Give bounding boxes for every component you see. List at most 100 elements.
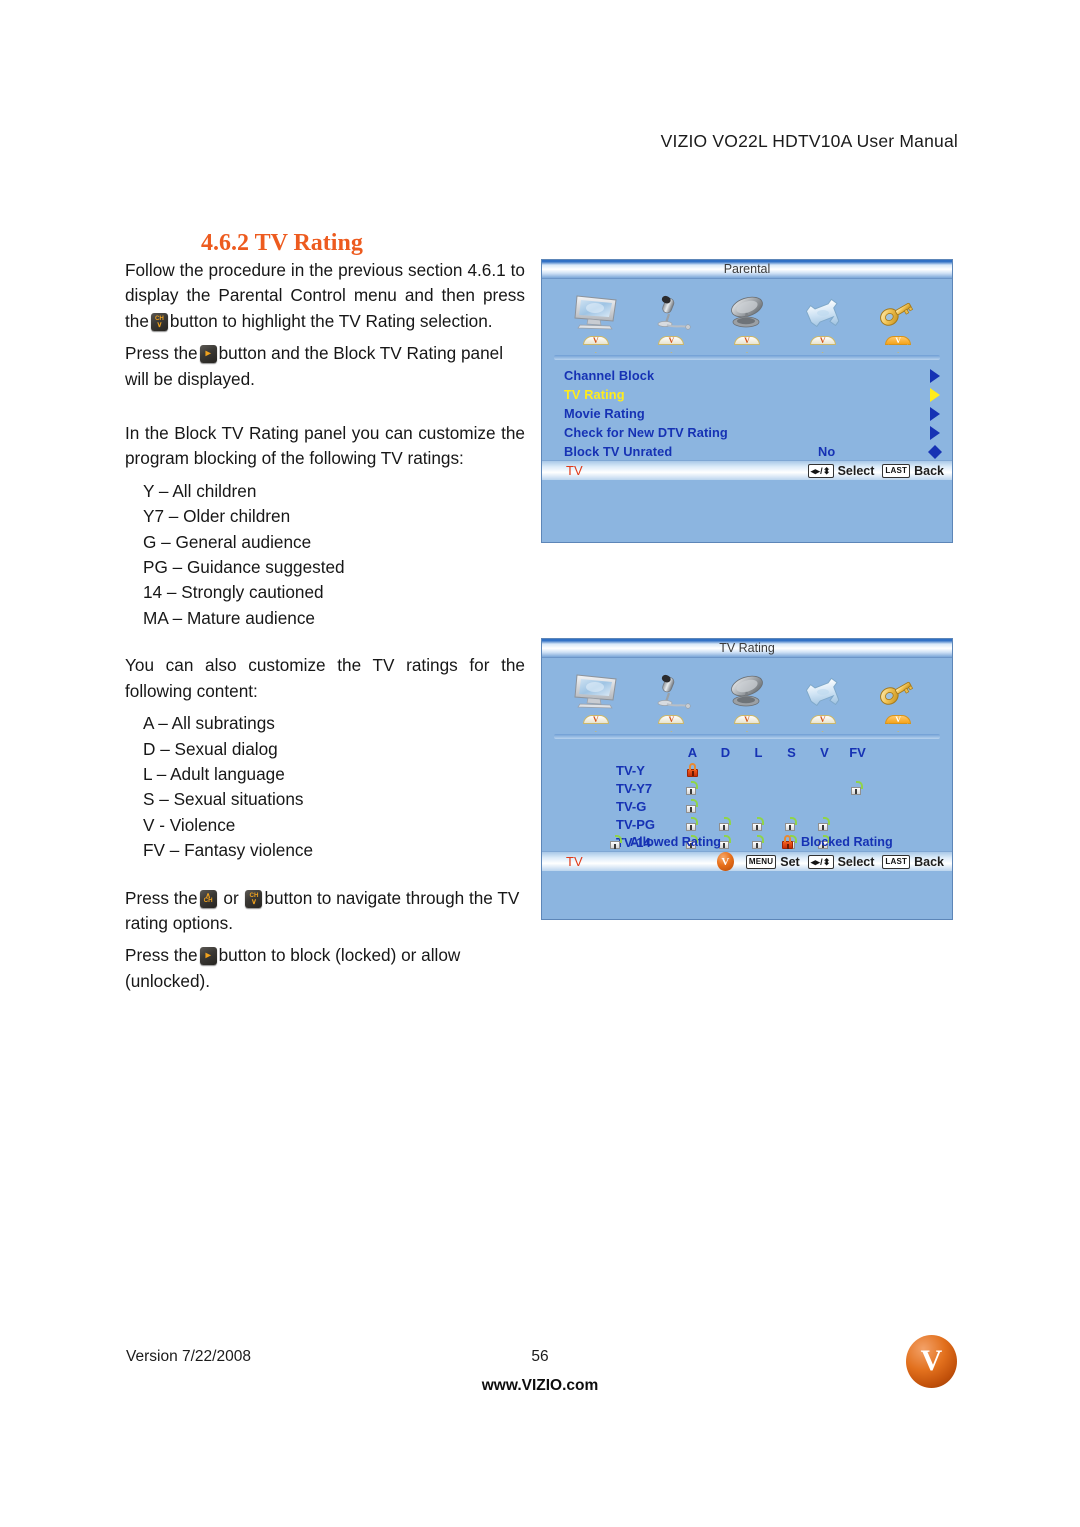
- parental-back-label: Back: [914, 463, 944, 478]
- tv-rating-tab-audio[interactable]: V: [638, 669, 704, 732]
- paragraph-2: Press the ▸ button and the Block TV Rating…: [125, 341, 525, 392]
- tv-rating-cell-tv-pg-v[interactable]: [808, 815, 841, 833]
- parental-tab-chip-audio: V: [658, 336, 685, 353]
- tv-rating-tab-chip-tuner: V: [733, 715, 760, 732]
- nav-key-icon-2: ◂▸/⬍: [807, 854, 834, 869]
- parental-icon-strip: V V V V V: [542, 279, 952, 353]
- menu-item-tv-rating[interactable]: TV Rating: [564, 385, 942, 404]
- parental-osd-screenshot: Parental V V V V V Channel Block TV Rati…: [541, 259, 953, 543]
- paragraph-5-part-a: Press the: [125, 887, 198, 908]
- tv-rating-tab-chip-tv: V: [582, 715, 609, 732]
- unlocked-padlock-icon: [686, 798, 699, 813]
- chip-letter-setup-2: V: [819, 715, 826, 724]
- unlocked-padlock-icon: [818, 816, 831, 831]
- tv-rating-cell-tv-y-a[interactable]: [676, 761, 709, 779]
- paragraph-6-part-a: Press the: [125, 945, 198, 966]
- vizio-badge-icon: V: [716, 852, 734, 871]
- tv-rating-row-tv-y7: TV-Y7: [614, 779, 874, 797]
- parental-osd-titlebar: Parental: [542, 260, 952, 279]
- tv-rating-col-l: L: [754, 744, 763, 760]
- paragraph-1: Follow the procedure in the previous sec…: [125, 258, 525, 334]
- tv-rating-col-s: S: [787, 744, 796, 760]
- tv-rating-item-0: Y – All children: [143, 480, 257, 501]
- tv-rating-cell-tv-y-l: [742, 761, 775, 779]
- menu-item-block-tv-unrated[interactable]: Block TV Unrated No: [564, 442, 942, 461]
- ch-down-chevron-2: ∨: [251, 896, 257, 906]
- ch-up-button-icon: ∧ CH: [199, 889, 217, 908]
- tv-rating-source-label: TV: [566, 854, 583, 869]
- chevron-left-right-icon: [928, 444, 942, 459]
- chip-letter-parental-2: V: [895, 715, 902, 724]
- tv-rating-cell-tv-pg-a[interactable]: [676, 815, 709, 833]
- unlocked-padlock-icon: [610, 835, 623, 849]
- tv-rating-cell-tv-pg-d[interactable]: [709, 815, 742, 833]
- menu-item-movie-rating-label: Movie Rating: [564, 406, 645, 421]
- tv-rating-row-label-tv-g: TV-G: [616, 798, 647, 814]
- tv-rating-cell-tv-y-fv: [841, 761, 874, 779]
- parental-tab-audio[interactable]: V: [638, 290, 704, 353]
- tv-rating-cell-tv-y7-s: [775, 779, 808, 797]
- tv-rating-back-label: Back: [914, 854, 944, 869]
- nav-key-icon: ◂▸/⬍: [807, 463, 834, 478]
- tv-rating-cell-tv-pg-s[interactable]: [775, 815, 808, 833]
- last-key-icon-2: LAST: [882, 854, 911, 869]
- unlocked-padlock-icon: [686, 780, 699, 795]
- tv-rating-col-a: A: [687, 744, 698, 760]
- chip-letter-parental: V: [895, 336, 902, 345]
- tv-rating-osd-footer: TV V MENU Set ◂▸/⬍ Select LAST Back: [542, 851, 952, 871]
- menu-item-check-new-dtv-rating-label: Check for New DTV Rating: [564, 425, 728, 440]
- tv-rating-tab-chip-parental: V: [885, 715, 912, 732]
- locked-padlock-icon: [781, 835, 794, 849]
- tv-rating-tab-setup[interactable]: V: [790, 669, 856, 732]
- ch-down-button-icon-2: CH ∨: [245, 889, 263, 908]
- page-header-title: VIZIO VO22L HDTV10A User Manual: [660, 131, 958, 151]
- tv-rating-select-hint: ◂▸/⬍ Select: [807, 854, 874, 869]
- tv-rating-cell-tv-y7-a[interactable]: [676, 779, 709, 797]
- ch-up-label: CH: [203, 897, 213, 905]
- satellite-dish-tuner-icon: [721, 290, 773, 334]
- tv-rating-cell-tv-y7-v: [808, 779, 841, 797]
- key-parental-icon: [872, 290, 924, 334]
- chip-letter-tv-2: V: [592, 715, 599, 724]
- tv-rating-tab-tv[interactable]: V: [563, 669, 629, 732]
- unlocked-padlock-icon: [719, 816, 732, 831]
- content-item-3: S – Sexual situations: [143, 789, 304, 810]
- tv-rating-tab-tuner[interactable]: V: [714, 669, 780, 732]
- tv-rating-tab-parental[interactable]: V: [865, 669, 931, 732]
- tv-rating-row-tv-pg: TV-PG: [614, 815, 874, 833]
- unlocked-padlock-icon: [752, 816, 765, 831]
- paragraph-5-middle: or: [223, 887, 239, 908]
- tv-rating-cell-tv-y7-d: [709, 779, 742, 797]
- parental-tab-tv[interactable]: V: [563, 290, 629, 353]
- chip-letter-tuner-2: V: [744, 715, 750, 724]
- ch-down-button-icon: CH ∨: [150, 312, 168, 331]
- parental-osd-body: V V V V V Channel Block TV Rating Movie …: [542, 279, 952, 480]
- menu-item-movie-rating[interactable]: Movie Rating: [564, 404, 942, 423]
- tv-monitor-icon: [570, 669, 622, 713]
- tv-rating-osd-title: TV Rating: [719, 641, 775, 655]
- tv-rating-cell-tv-g-a[interactable]: [676, 797, 709, 815]
- parental-tab-tuner[interactable]: V: [714, 290, 780, 353]
- chevron-right-icon: [930, 368, 940, 383]
- tv-rating-divider: [554, 734, 940, 739]
- tv-rating-cell-tv-y7-fv[interactable]: [841, 779, 874, 797]
- tv-rating-table-header-row: A D L S V FV: [614, 743, 874, 761]
- parental-tab-setup[interactable]: V: [790, 290, 856, 353]
- volume-right-button-icon: ▸: [199, 345, 217, 364]
- chip-letter-audio: V: [668, 336, 675, 345]
- wrench-setup-icon: [797, 290, 849, 334]
- tv-rating-back-hint: LAST Back: [882, 854, 944, 869]
- unlocked-padlock-icon: [686, 816, 699, 831]
- parental-tab-parental[interactable]: V: [865, 290, 931, 353]
- parental-select-label: Select: [837, 463, 875, 478]
- tv-rating-cell-tv-pg-l[interactable]: [742, 815, 775, 833]
- chip-letter-tuner: V: [744, 336, 750, 345]
- menu-item-channel-block[interactable]: Channel Block: [564, 366, 942, 385]
- paragraph-5: Press the ∧ CH or CH ∨ button to navigate th…: [125, 886, 525, 937]
- content-item-4: V - Violence: [143, 814, 236, 835]
- menu-item-check-new-dtv-rating[interactable]: Check for New DTV Rating: [564, 423, 942, 442]
- tv-rating-col-fv: FV: [849, 744, 866, 760]
- body-text-column: Follow the procedure in the previous sec…: [125, 258, 525, 1001]
- wrench-setup-icon: [797, 669, 849, 713]
- satellite-dish-tuner-icon: [721, 669, 773, 713]
